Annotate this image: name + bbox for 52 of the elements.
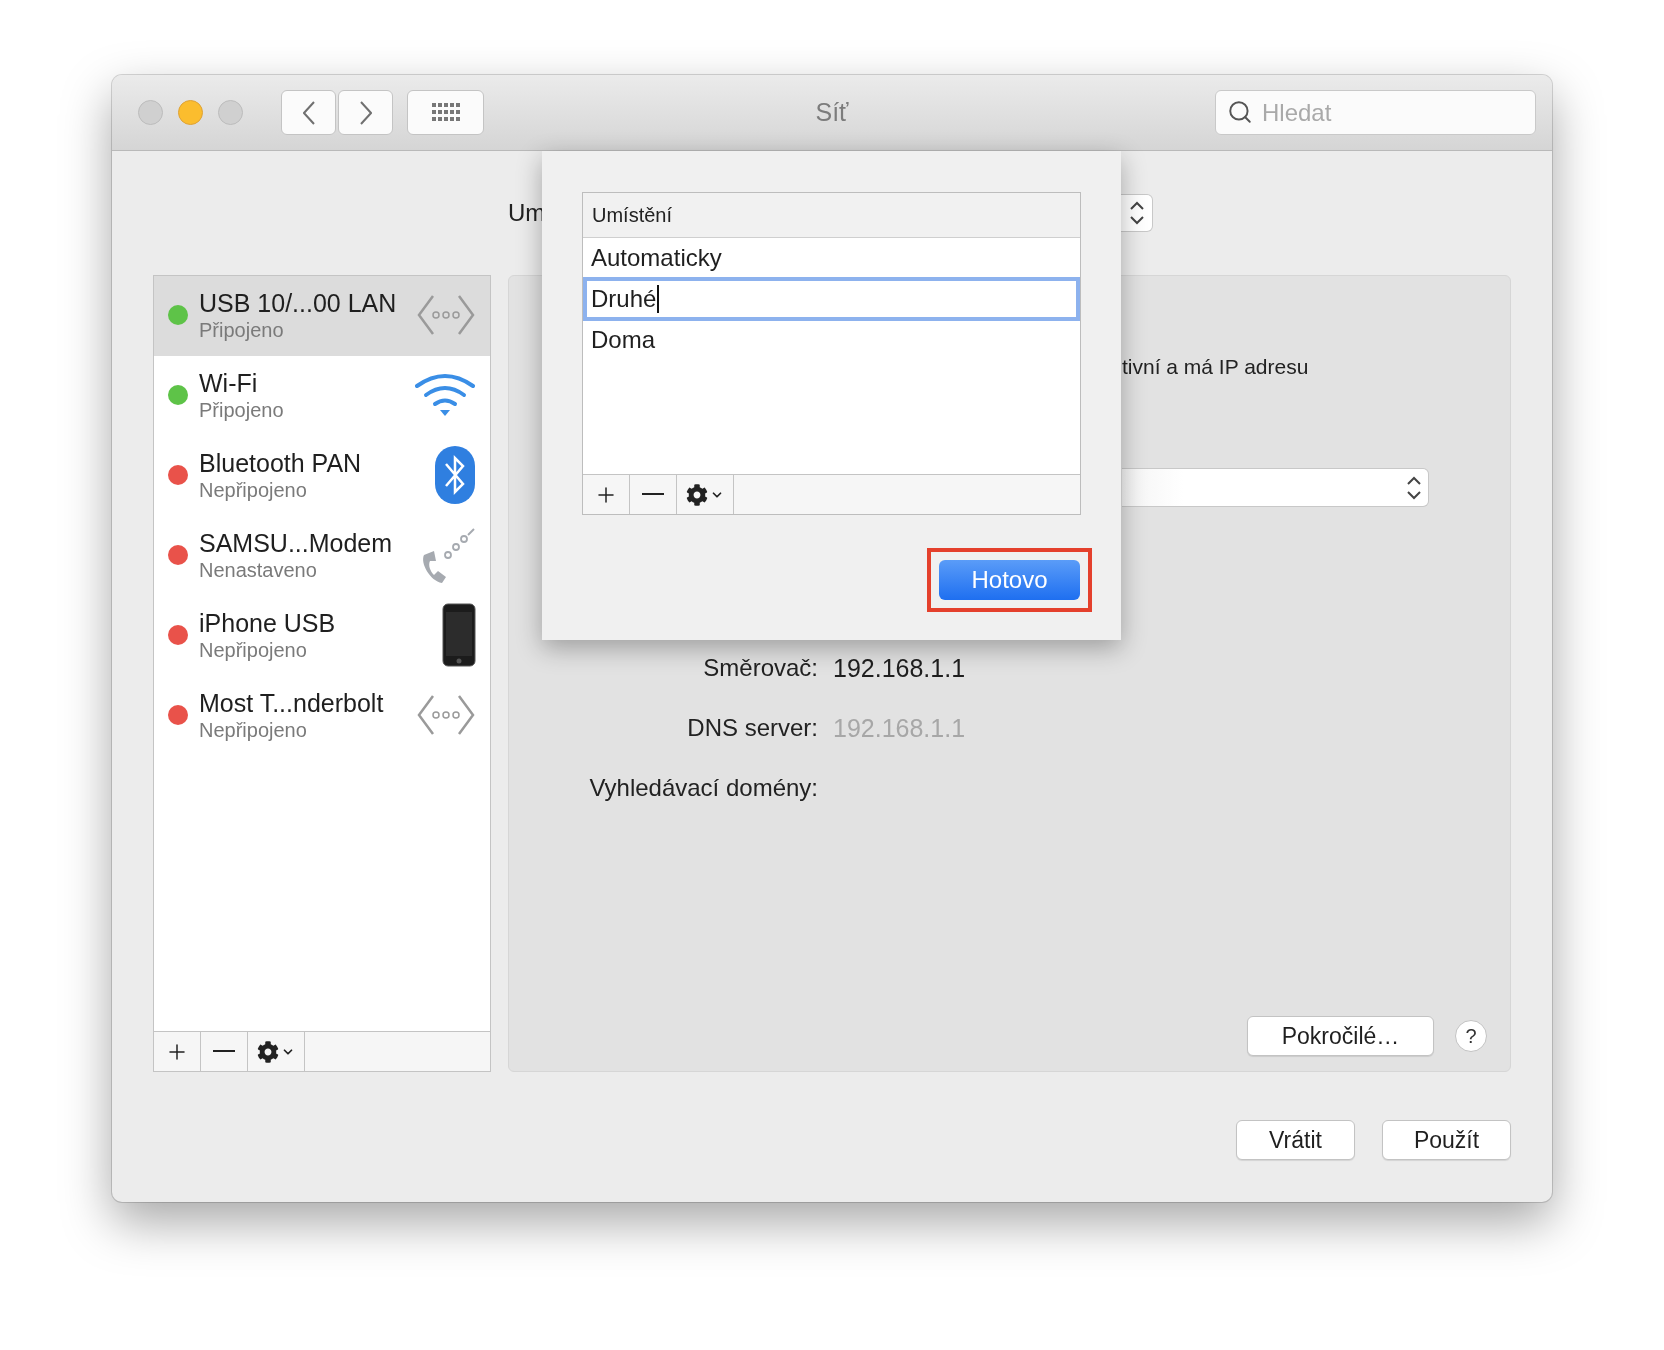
service-name: Bluetooth PAN — [199, 447, 363, 478]
service-status: Nenastaveno — [199, 557, 318, 582]
service-item[interactable]: SAMSU...Modem Nenastaveno — [154, 516, 490, 596]
stepper-icon — [1406, 474, 1422, 501]
service-name: SAMSU...Modem — [199, 527, 394, 558]
back-button[interactable] — [281, 90, 336, 135]
service-status: Připojeno — [199, 397, 285, 422]
location-row[interactable]: Automaticky — [583, 239, 1080, 277]
location-popup[interactable] — [1121, 194, 1153, 232]
field-label: Směrovač: — [702, 654, 818, 682]
service-status: Nepřipojeno — [199, 637, 308, 662]
action-button[interactable]: Vrátit — [1236, 1120, 1355, 1160]
smartphone-icon — [442, 602, 476, 667]
forward-button[interactable] — [338, 90, 393, 135]
location-row[interactable]: Doma — [583, 321, 1080, 359]
field-label: Vyhledávací domény: — [588, 774, 818, 802]
service-status: Připojeno — [199, 317, 285, 342]
window-title: Síť — [814, 98, 850, 127]
location-edit-field[interactable]: Druhé — [583, 277, 1080, 321]
minus-icon — [642, 493, 664, 496]
service-status: Nepřipojeno — [199, 717, 308, 742]
service-item[interactable]: Most T...nderbolt Nepřipojeno — [154, 676, 490, 756]
service-name: USB 10/...00 LAN — [199, 287, 398, 318]
gear-icon — [257, 1040, 279, 1063]
service-name: Wi-Fi — [199, 367, 259, 398]
wifi-icon — [414, 371, 476, 418]
column-header[interactable]: Umístění — [583, 193, 1080, 238]
grid-icon — [431, 102, 460, 123]
show-all-button[interactable] — [407, 90, 484, 135]
field-label: DNS server: — [686, 714, 818, 742]
advanced-button[interactable]: Pokročilé… — [1247, 1016, 1434, 1056]
service-item[interactable]: Wi-Fi Připojeno — [154, 356, 490, 436]
service-item[interactable]: Bluetooth PAN Nepřipojeno — [154, 436, 490, 516]
field-value: 192.168.1.1 — [833, 653, 966, 683]
search-field[interactable]: Hledat — [1215, 90, 1536, 135]
service-name: iPhone USB — [199, 607, 337, 638]
gear-icon — [686, 483, 708, 506]
status-text: tivní a má IP adresu — [1122, 354, 1310, 380]
stepper-icon — [1128, 200, 1145, 226]
help-button[interactable]: ? — [1455, 1020, 1487, 1052]
search-icon — [1227, 99, 1253, 125]
action-button[interactable]: Použít — [1382, 1120, 1511, 1160]
service-item[interactable]: USB 10/...00 LAN Připojeno — [154, 276, 490, 356]
chevron-right-icon — [359, 100, 372, 125]
service-item[interactable]: iPhone USB Nepřipojeno — [154, 596, 490, 676]
service-status: Nepřipojeno — [199, 477, 308, 502]
service-name: Most T...nderbolt — [199, 687, 385, 718]
minus-icon — [213, 1050, 235, 1053]
done-button[interactable]: Hotovo — [939, 560, 1080, 600]
bluetooth-icon — [434, 444, 476, 505]
chevron-left-icon — [302, 100, 315, 125]
field-value: 192.168.1.1 — [833, 713, 966, 743]
